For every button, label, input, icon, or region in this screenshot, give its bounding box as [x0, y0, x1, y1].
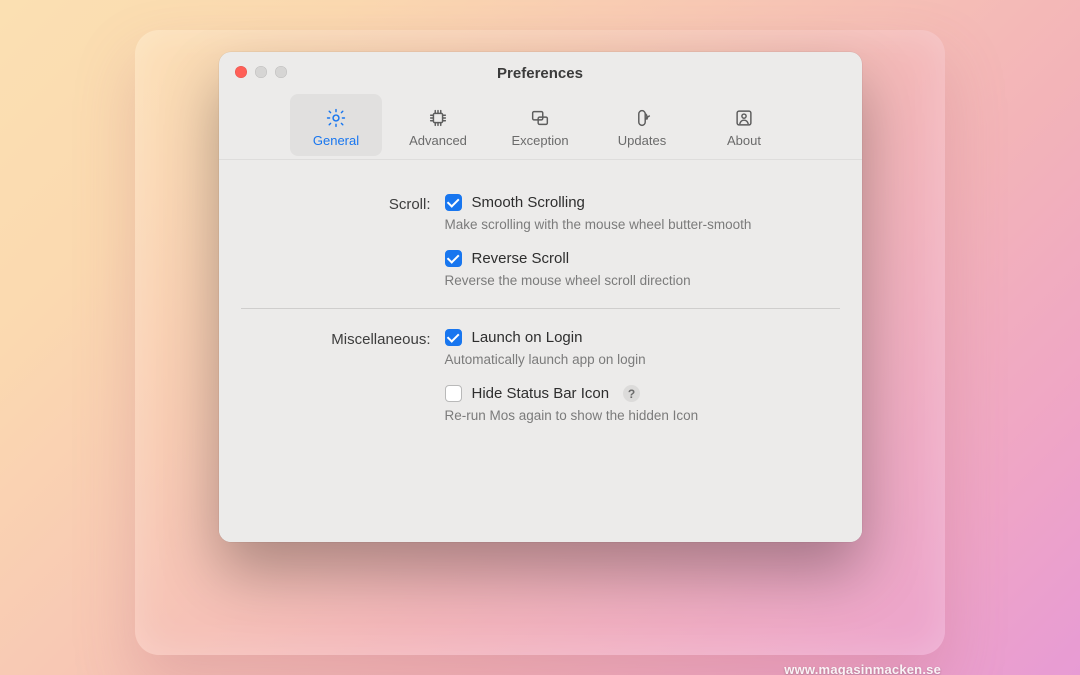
section-body: Smooth Scrolling Make scrolling with the… [445, 194, 840, 288]
pref-title: Launch on Login [472, 329, 583, 346]
tab-about[interactable]: About [698, 94, 790, 156]
zoom-button[interactable] [275, 66, 287, 78]
titlebar: Preferences [219, 52, 862, 94]
tab-updates[interactable]: Updates [596, 94, 688, 156]
section-label-scroll: Scroll: [241, 194, 445, 288]
gear-icon [325, 107, 347, 129]
section-miscellaneous: Miscellaneous: Launch on Login Automatic… [241, 308, 840, 443]
tab-general[interactable]: General [290, 94, 382, 156]
help-button[interactable]: ? [623, 385, 640, 402]
traffic-lights [235, 66, 287, 78]
pref-title: Hide Status Bar Icon [472, 385, 610, 402]
watermark: www.magasinmacken.se [784, 662, 941, 675]
update-icon [631, 107, 653, 129]
pref-desc: Reverse the mouse wheel scroll direction [445, 273, 785, 288]
section-scroll: Scroll: Smooth Scrolling Make scrolling … [241, 184, 840, 308]
pref-title: Reverse Scroll [472, 250, 570, 267]
preferences-window: Preferences General [219, 52, 862, 542]
checkbox-reverse-scroll[interactable] [445, 250, 462, 267]
pref-desc: Make scrolling with the mouse wheel butt… [445, 217, 785, 232]
tab-advanced[interactable]: Advanced [392, 94, 484, 156]
pref-smooth-scrolling: Smooth Scrolling Make scrolling with the… [445, 194, 840, 232]
toolbar: General Advanced Excep [219, 94, 862, 160]
windows-icon [529, 107, 551, 129]
tab-label: About [727, 133, 761, 148]
pref-title: Smooth Scrolling [472, 194, 585, 211]
content-pane: Scroll: Smooth Scrolling Make scrolling … [219, 160, 862, 542]
pref-reverse-scroll: Reverse Scroll Reverse the mouse wheel s… [445, 250, 840, 288]
person-icon [733, 107, 755, 129]
window-title: Preferences [219, 65, 862, 82]
tab-label: Advanced [409, 133, 467, 148]
tab-label: Updates [618, 133, 666, 148]
section-label-misc: Miscellaneous: [241, 329, 445, 423]
pref-desc: Re-run Mos again to show the hidden Icon [445, 408, 785, 423]
minimize-button[interactable] [255, 66, 267, 78]
checkbox-launch-on-login[interactable] [445, 329, 462, 346]
tab-exception[interactable]: Exception [494, 94, 586, 156]
close-button[interactable] [235, 66, 247, 78]
backdrop-panel: Preferences General [135, 30, 945, 655]
section-body: Launch on Login Automatically launch app… [445, 329, 840, 423]
checkbox-smooth-scrolling[interactable] [445, 194, 462, 211]
tab-label: Exception [511, 133, 568, 148]
chip-icon [427, 107, 449, 129]
checkbox-hide-status-bar-icon[interactable] [445, 385, 462, 402]
pref-desc: Automatically launch app on login [445, 352, 785, 367]
pref-hide-status-bar-icon: Hide Status Bar Icon ? Re-run Mos again … [445, 385, 840, 423]
tab-label: General [313, 133, 359, 148]
pref-launch-on-login: Launch on Login Automatically launch app… [445, 329, 840, 367]
